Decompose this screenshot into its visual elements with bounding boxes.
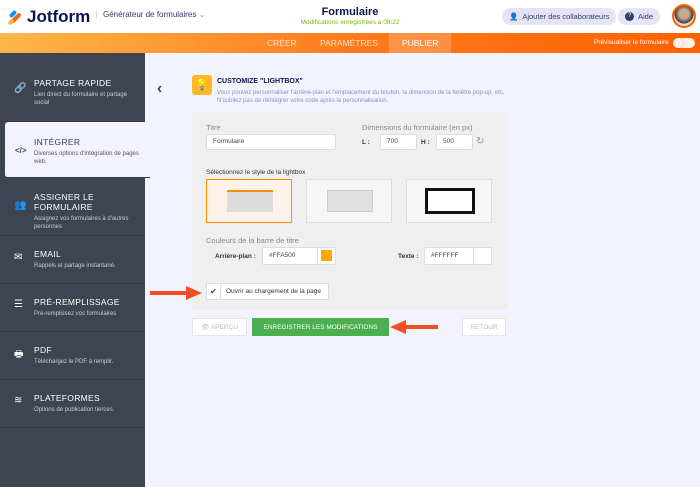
mail-icon: ✉ [14, 252, 23, 263]
sidebar-item-partage-rapide[interactable]: 🔗 PARTAGE RAPIDE Lien direct du formulaire… [0, 61, 145, 122]
bg-label: Arrière-plan : [215, 253, 256, 260]
text-color-input[interactable]: #FFFFFF [424, 247, 492, 265]
text-color-value: #FFFFFF [431, 252, 459, 259]
tab-creer[interactable]: CRÉER [254, 33, 310, 53]
item-desc: Rappels et partage instantané. [34, 263, 116, 269]
help-icon: ? [625, 12, 634, 21]
tab-parametres[interactable]: PARAMÈTRES [307, 33, 391, 53]
sidebar-item-pre-remplissage[interactable]: ☰ PRÉ-REMPLISSAGE Pré-remplissez vos formu… [0, 284, 145, 332]
nav-bar: CRÉER PARAMÈTRES PUBLIER Prévisualiser l… [0, 33, 700, 53]
open-on-load-label: Ouvrir au chargement de la page [226, 288, 322, 295]
item-title: ASSIGNER LE FORMULAIRE [34, 192, 94, 212]
link-icon: 🔗 [14, 83, 27, 94]
item-desc: Téléchargez le PDF à remplir. [34, 359, 114, 365]
lightbox-style-2[interactable] [306, 179, 392, 223]
width-label: L : [362, 139, 370, 146]
height-input[interactable]: 500 [436, 134, 473, 150]
printer-icon: 🖶 [14, 349, 24, 360]
tab-publier[interactable]: PUBLIER [389, 33, 452, 53]
preview-label: APERÇU [210, 324, 238, 331]
bg-color-input[interactable]: #FFA500 [262, 247, 336, 265]
add-collaborators-button[interactable]: 👤 Ajouter des collaborateurs [502, 8, 617, 25]
save-button[interactable]: ENREGISTRER LES MODIFICATIONS [252, 318, 389, 336]
text-color-label: Texte : [398, 253, 419, 260]
check-icon: ✔ [207, 284, 221, 299]
item-desc: Options de publication tierces. [34, 407, 115, 413]
sidebar-item-pdf[interactable]: 🖶 PDF Téléchargez le PDF à remplir. [0, 332, 145, 380]
preview-toggle[interactable] [673, 38, 695, 48]
item-desc: Lien direct du formulaire et partage soc… [34, 92, 128, 106]
bg-color-value: #FFA500 [269, 252, 296, 259]
title-label: Titre [206, 123, 221, 132]
preview-label: Prévisualiser le formulaire [594, 39, 669, 46]
item-title: EMAIL [34, 249, 62, 259]
user-icon: 👤 [509, 12, 519, 21]
eye-icon: 👁 [201, 324, 210, 331]
item-title: PRÉ-REMPLISSAGE [34, 297, 120, 307]
reset-icon[interactable]: ↻ [476, 136, 484, 147]
lightbox-style-3[interactable] [406, 179, 492, 223]
layers-icon: ≋ [14, 395, 23, 406]
prefill-icon: ☰ [14, 299, 23, 310]
item-title: PDF [34, 345, 52, 355]
customize-desc: Vous pouvez personnaliser l'arrière-plan… [217, 90, 505, 104]
colors-label: Couleurs de la barre de titre [206, 236, 299, 245]
group-icon: 👥 [14, 200, 27, 211]
customize-title: CUSTOMIZE "LIGHTBOX" [217, 78, 303, 85]
style-label: Sélectionnez le style de la lightbox [206, 169, 306, 176]
lightbulb-icon: 💡 [192, 75, 212, 95]
item-title: PARTAGE RAPIDE [34, 78, 112, 88]
lightbox-style-1[interactable] [206, 179, 292, 223]
help-label: Aide [638, 12, 654, 21]
top-header: Jotform Générateur de formulaires ⌄ Form… [0, 0, 700, 33]
sidebar-item-plateformes[interactable]: ≋ PLATEFORMES Options de publication tierc… [0, 380, 145, 428]
item-desc: Pré-remplissez vos formulaires [34, 311, 117, 317]
code-icon: </> [15, 146, 27, 155]
height-label: H : [421, 139, 430, 146]
open-on-load-checkbox[interactable]: ✔ Ouvrir au chargement de la page [206, 283, 329, 300]
back-chevron-icon[interactable]: ‹ [157, 80, 162, 98]
back-button[interactable]: RETOUR [462, 318, 506, 336]
text-color-swatch[interactable] [473, 248, 491, 264]
title-input[interactable]: Formulaire [206, 134, 336, 150]
item-desc: Assignez vos formulaires à d'autres pers… [34, 216, 129, 230]
bg-color-swatch[interactable] [317, 248, 335, 264]
add-collab-label: Ajouter des collaborateurs [522, 12, 610, 21]
preview-button[interactable]: 👁 APERÇU [192, 318, 247, 336]
help-button[interactable]: ? Aide [618, 8, 661, 25]
sidebar-item-email[interactable]: ✉ EMAIL Rappels et partage instantané. [0, 236, 145, 284]
sidebar-item-integrer[interactable]: </> INTÉGRER Diverses options d'intégratio… [5, 122, 150, 178]
avatar[interactable] [672, 4, 696, 28]
sidebar: 🔗 PARTAGE RAPIDE Lien direct du formulaire… [0, 53, 150, 487]
annotation-arrow-icon [150, 286, 202, 300]
annotation-arrow-icon [390, 320, 438, 334]
width-input[interactable]: 700 [380, 134, 417, 150]
dims-label: Dimensions du formulaire (en px) [362, 123, 473, 132]
item-title: INTÉGRER [34, 137, 81, 147]
sidebar-item-assigner[interactable]: 👥 ASSIGNER LE FORMULAIRE Assignez vos form… [0, 178, 145, 236]
item-desc: Diverses options d'intégration de pages … [34, 151, 139, 165]
item-title: PLATEFORMES [34, 393, 100, 403]
